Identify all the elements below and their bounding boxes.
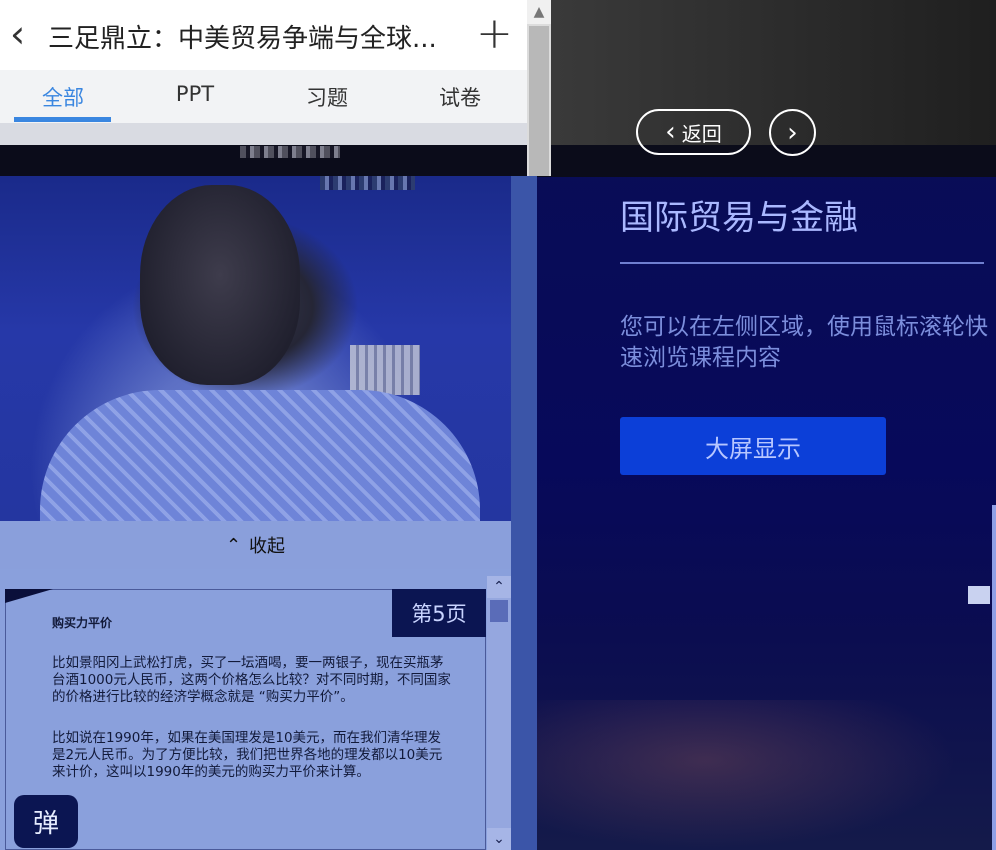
slide-paragraph-1: 比如景阳冈上武松打虎，买了一坛酒喝，要一两银子，现在买瓶茅台酒1000元人民币，… — [52, 655, 451, 705]
forward-button[interactable]: › — [769, 109, 816, 156]
tab-active-indicator — [14, 117, 111, 122]
bigscreen-button[interactable]: 大屏显示 — [620, 417, 886, 475]
chevron-up-icon[interactable]: ⌃ — [487, 576, 511, 598]
slide-paragraph-2: 比如说在1990年，如果在美国理发是10美元，而在我们清华理发是2元人民币。为了… — [52, 730, 443, 780]
collapse-button[interactable]: ⌃ 收起 — [0, 521, 511, 569]
back-arrow-icon[interactable]: ‹ — [10, 14, 25, 54]
video-lecturer-shirt — [40, 390, 480, 521]
pixel-artifact-2 — [320, 176, 415, 190]
edge-icon[interactable] — [968, 586, 990, 604]
course-panel-glow — [537, 700, 957, 850]
divider — [620, 262, 984, 264]
page-badge: 第5页 — [392, 589, 486, 637]
course-panel-stripe — [511, 176, 537, 850]
slide-heading: 购买力平价 — [52, 616, 113, 630]
tab-all[interactable]: 全部 — [8, 82, 118, 112]
video-bookshelf — [350, 345, 420, 395]
chevron-right-icon: › — [787, 117, 798, 148]
dark-band — [0, 145, 996, 177]
course-title: 国际贸易与金融 — [620, 198, 858, 238]
scroll-up-icon[interactable]: ▲ — [527, 0, 551, 24]
header-shadow — [0, 123, 527, 145]
page-title: 三足鼎立：中美贸易争端与全球... — [48, 24, 437, 54]
danmu-button[interactable]: 弹 — [14, 795, 78, 848]
slide-corner-decoration — [5, 589, 53, 603]
video-lecturer-face — [140, 185, 300, 385]
back-label: 返回 — [681, 121, 722, 146]
collapse-label: 收起 — [249, 536, 286, 557]
app-header: ‹ 三足鼎立：中美贸易争端与全球... + — [0, 0, 527, 70]
course-scrollbar[interactable] — [992, 505, 996, 850]
tab-ppt[interactable]: PPT — [140, 82, 250, 106]
header-scrollbar-thumb[interactable] — [529, 26, 549, 176]
chevron-left-icon: ‹ — [665, 117, 676, 147]
tab-exam[interactable]: 试卷 — [405, 82, 515, 112]
tab-exercises[interactable]: 习题 — [272, 82, 382, 112]
caret-up-icon: ⌃ — [225, 534, 242, 556]
plus-icon[interactable]: + — [476, 10, 513, 58]
course-hint: 您可以在左侧区域，使用鼠标滚轮快速浏览课程内容 — [620, 314, 988, 371]
pixel-artifact — [240, 146, 340, 158]
tab-bar: 全部 PPT 习题 试卷 — [0, 70, 527, 123]
back-button[interactable]: ‹ 返回 — [636, 109, 751, 155]
slide-scrollbar-thumb[interactable] — [490, 600, 508, 622]
chevron-down-icon[interactable]: ⌄ — [487, 828, 511, 850]
